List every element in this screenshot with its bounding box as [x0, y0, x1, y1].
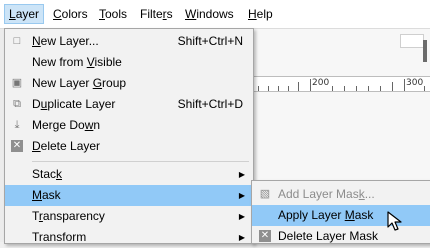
menu-item-new-layer[interactable]: □ New Layer... Shift+Ctrl+N: [5, 31, 253, 52]
submenu-arrow-icon: ▶: [238, 212, 245, 221]
menu-item-delete-layer[interactable]: ✕ Delete Layer: [5, 136, 253, 157]
menu-colors[interactable]: Colors: [49, 4, 92, 24]
submenu-arrow-icon: ▶: [238, 170, 245, 179]
ruler-tick: [344, 86, 345, 91]
menu-item-new-from-visible[interactable]: New from Visible: [5, 52, 253, 73]
add-mask-icon: ▧: [259, 188, 271, 200]
mouse-pointer-icon: [387, 211, 402, 231]
menu-item-merge-down[interactable]: ⤓ Merge Down: [5, 115, 253, 136]
ruler-tick: [258, 86, 259, 91]
delete-mask-icon: ✕: [259, 230, 271, 242]
menu-item-mask[interactable]: Mask ▶: [5, 185, 253, 206]
navigation-corner[interactable]: [400, 34, 424, 48]
horizontal-ruler: 200 300: [252, 76, 430, 92]
ruler-tick: [404, 79, 405, 91]
ruler-tick: [380, 86, 381, 91]
menu-item-duplicate-layer[interactable]: ⧉ Duplicate Layer Shift+Ctrl+D: [5, 94, 253, 115]
ruler-label: 300: [406, 78, 424, 88]
menu-item-new-layer-group[interactable]: ▣ New Layer Group: [5, 73, 253, 94]
ruler-tick: [424, 86, 425, 91]
menu-item-add-layer-mask[interactable]: ▧ Add Layer Mask...: [252, 184, 430, 205]
menu-bar: Layer Colors Tools Filters Windows Help: [0, 0, 430, 29]
scrollbar-thumb[interactable]: [423, 40, 427, 62]
menu-tools[interactable]: Tools: [95, 4, 131, 24]
ruler-tick: [288, 86, 289, 91]
menu-item-stack[interactable]: Stack ▶: [5, 164, 253, 185]
merge-down-icon: ⤓: [14, 119, 20, 131]
ruler-tick: [356, 86, 357, 91]
ruler-tick: [332, 86, 333, 91]
menu-separator: [32, 161, 249, 162]
ruler-tick: [298, 82, 299, 91]
menu-layer[interactable]: Layer: [4, 4, 45, 24]
new-layer-icon: □: [13, 35, 21, 47]
shortcut-label: Shift+Ctrl+N: [177, 34, 243, 48]
menu-item-transparency[interactable]: Transparency ▶: [5, 206, 253, 227]
layer-menu: □ New Layer... Shift+Ctrl+N New from Vis…: [4, 28, 254, 244]
layer-group-icon: ▣: [11, 77, 23, 89]
ruler-tick: [278, 86, 279, 91]
submenu-arrow-icon: ▶: [238, 233, 245, 242]
delete-layer-icon: ✕: [11, 140, 23, 152]
menu-filters[interactable]: Filters: [136, 4, 177, 24]
menu-help[interactable]: Help: [244, 4, 277, 24]
submenu-arrow-icon: ▶: [238, 191, 245, 200]
shortcut-label: Shift+Ctrl+D: [177, 97, 243, 111]
ruler-tick: [268, 86, 269, 91]
ruler-tick: [310, 79, 311, 91]
menu-windows[interactable]: Windows: [181, 4, 238, 24]
duplicate-icon: ⧉: [13, 98, 21, 110]
menu-item-transform[interactable]: Transform ▶: [5, 227, 253, 248]
ruler-tick: [392, 82, 393, 91]
ruler-tick: [368, 86, 369, 91]
ruler-label: 200: [312, 78, 330, 88]
